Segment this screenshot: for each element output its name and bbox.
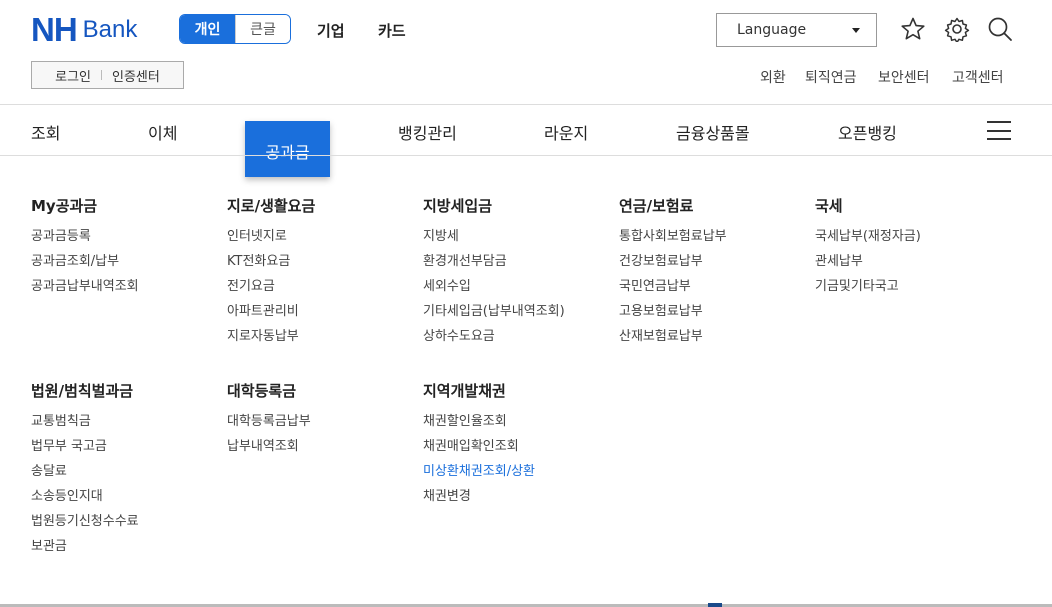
menu-column: My공과금공과금등록 공과금조회/납부 공과금납부내역조회: [31, 195, 139, 299]
menu-column: 대학등록금대학등록금납부 납부내역조회: [227, 380, 311, 459]
mode-toggle: 개인 큰글: [179, 14, 291, 44]
top-link-card[interactable]: 카드: [378, 20, 406, 41]
nav-banking-management[interactable]: 뱅킹관리: [398, 120, 457, 144]
login-link[interactable]: 로그인: [55, 66, 91, 85]
menu-item[interactable]: 국세납부(재정자금): [815, 224, 921, 249]
nav-utility-bills[interactable]: 공과금: [245, 121, 330, 177]
util-link-pension[interactable]: 퇴직연금: [805, 67, 857, 87]
cert-center-link[interactable]: 인증센터: [112, 66, 160, 85]
logo-nh-text: NH: [31, 11, 78, 48]
menu-column: 지방세입금지방세 환경개선부담금 세외수입 기타세입금(납부내역조회) 상하수도요금: [423, 195, 565, 349]
gear-icon[interactable]: [943, 15, 971, 43]
menu-item[interactable]: 채권매입확인조회: [423, 434, 535, 459]
menu-item[interactable]: 미상환채권조회/상환: [423, 459, 535, 484]
menu-item[interactable]: 상하수도요금: [423, 324, 565, 349]
nav-lounge[interactable]: 라운지: [544, 120, 588, 144]
menu-item[interactable]: 통합사회보험료납부: [619, 224, 727, 249]
login-box: 로그인 인증센터: [31, 61, 184, 89]
menu-item[interactable]: 산재보험료납부: [619, 324, 727, 349]
util-link-security[interactable]: 보안센터: [878, 67, 930, 87]
menu-column: 지로/생활요금인터넷지로 KT전화요금 전기요금 아파트관리비 지로자동납부: [227, 195, 315, 349]
menu-column-title[interactable]: 법원/범칙벌과금: [31, 380, 139, 401]
menu-item[interactable]: 관세납부: [815, 249, 921, 274]
menu-item[interactable]: 보관금: [31, 534, 139, 559]
menu-item[interactable]: 채권변경: [423, 484, 535, 509]
menu-item[interactable]: 교통범칙금: [31, 409, 139, 434]
menu-item[interactable]: 소송등인지대: [31, 484, 139, 509]
menu-column-title[interactable]: 지역개발채권: [423, 380, 535, 401]
nav-divider: [0, 155, 1052, 156]
nav-transfer[interactable]: 이체: [148, 120, 177, 144]
menu-item[interactable]: 대학등록금납부: [227, 409, 311, 434]
menu-item[interactable]: 납부내역조회: [227, 434, 311, 459]
menu-item[interactable]: 건강보험료납부: [619, 249, 727, 274]
language-select[interactable]: Language: [716, 13, 877, 47]
menu-item[interactable]: 공과금납부내역조회: [31, 274, 139, 299]
menu-item[interactable]: 세외수입: [423, 274, 565, 299]
menu-column-title[interactable]: My공과금: [31, 195, 139, 216]
hamburger-menu-icon[interactable]: [987, 121, 1011, 140]
nav-financial-products[interactable]: 금융상품몰: [676, 120, 750, 144]
menu-item[interactable]: KT전화요금: [227, 249, 315, 274]
util-link-forex[interactable]: 외환: [760, 67, 786, 87]
top-link-corporate[interactable]: 기업: [317, 20, 345, 41]
menu-item[interactable]: 기금및기타국고: [815, 274, 921, 299]
menu-item[interactable]: 법무부 국고금: [31, 434, 139, 459]
chevron-down-icon: [852, 27, 860, 33]
menu-item[interactable]: 환경개선부담금: [423, 249, 565, 274]
menu-column: 연금/보험료통합사회보험료납부 건강보험료납부 국민연금납부 고용보험료납부 산재보험료…: [619, 195, 727, 349]
menu-item[interactable]: 지로자동납부: [227, 324, 315, 349]
menu-column-title[interactable]: 지로/생활요금: [227, 195, 315, 216]
menu-item[interactable]: 전기요금: [227, 274, 315, 299]
menu-item[interactable]: 인터넷지로: [227, 224, 315, 249]
menu-column-title[interactable]: 대학등록금: [227, 380, 311, 401]
menu-column: 법원/범칙벌과금교통범칙금 법무부 국고금 송달료 소송등인지대 법원등기신청수수료 보관…: [31, 380, 139, 559]
menu-item[interactable]: 아파트관리비: [227, 299, 315, 324]
language-label: Language: [737, 22, 807, 38]
menu-item[interactable]: 공과금등록: [31, 224, 139, 249]
menu-item[interactable]: 국민연금납부: [619, 274, 727, 299]
star-icon[interactable]: [899, 15, 927, 43]
mode-large-text-button[interactable]: 큰글: [235, 15, 290, 43]
nh-bank-logo[interactable]: NH Bank: [31, 13, 137, 47]
menu-item[interactable]: 공과금조회/납부: [31, 249, 139, 274]
menu-item[interactable]: 송달료: [31, 459, 139, 484]
menu-column-title[interactable]: 국세: [815, 195, 921, 216]
nav-open-banking[interactable]: 오픈뱅킹: [838, 120, 897, 144]
menu-item[interactable]: 채권할인율조회: [423, 409, 535, 434]
bottom-indicator: [708, 603, 722, 607]
mode-personal-button[interactable]: 개인: [180, 15, 235, 43]
menu-item[interactable]: 지방세: [423, 224, 565, 249]
menu-item[interactable]: 고용보험료납부: [619, 299, 727, 324]
menu-column-title[interactable]: 연금/보험료: [619, 195, 727, 216]
menu-item[interactable]: 기타세입금(납부내역조회): [423, 299, 565, 324]
menu-column-title[interactable]: 지방세입금: [423, 195, 565, 216]
login-divider: [101, 70, 103, 80]
menu-column: 국세국세납부(재정자금) 관세납부 기금및기타국고: [815, 195, 921, 299]
header-divider: [0, 104, 1052, 105]
logo-bank-text: Bank: [82, 16, 138, 43]
menu-item[interactable]: 법원등기신청수수료: [31, 509, 139, 534]
nav-inquiry[interactable]: 조회: [31, 120, 60, 144]
menu-column: 지역개발채권채권할인율조회 채권매입확인조회 미상환채권조회/상환 채권변경: [423, 380, 535, 509]
util-link-customer[interactable]: 고객센터: [952, 67, 1004, 87]
search-icon[interactable]: [986, 15, 1014, 43]
